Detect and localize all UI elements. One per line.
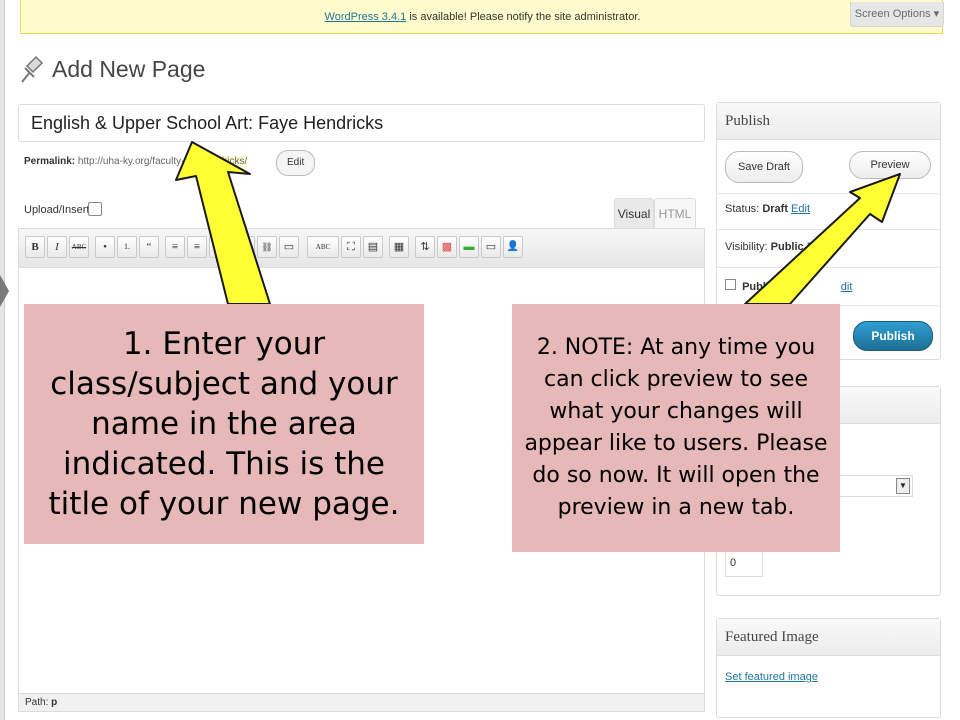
update-message: is available! Please notify the site adm… [406,11,641,23]
strikethrough-button[interactable]: ABC [69,236,89,258]
insert-table-button[interactable]: ▦ [389,236,409,258]
status-value: Draft [762,203,788,215]
update-notice-text: WordPress 3.4.1 is available! Please not… [21,11,944,23]
chevron-right-icon[interactable] [0,275,9,307]
callout-step-2-text: 2. NOTE: At any time you can click previ… [524,335,828,520]
path-bar: Path: p [19,693,704,711]
visibility-label: Visibility: [725,241,768,253]
callout-step-1-text: 1. Enter your class/subject and your nam… [48,326,400,522]
box-button[interactable]: ▭ [481,236,501,258]
divider [717,229,940,230]
tab-visual[interactable]: Visual [614,198,654,229]
publish-date-label: Publish [742,281,782,293]
status-edit-link[interactable]: Edit [791,203,810,215]
save-draft-button[interactable]: Save Draft [725,151,803,183]
publish-date-partial: im [784,281,798,293]
publish-date-edit-link[interactable]: dit [841,281,853,293]
visibility-value: Public [770,241,804,253]
dropdown-arrow-icon[interactable]: ▼ [896,478,910,494]
permalink-label: Permalink: [24,156,76,167]
order-input[interactable]: 0 [725,549,763,577]
permalink-edit-button[interactable]: Edit [276,150,316,176]
divider [717,267,940,268]
green-bar-button[interactable]: ▬ [459,236,479,258]
calendar-icon [725,279,736,290]
update-link[interactable]: WordPress 3.4.1 [325,11,407,23]
path-value: p [51,697,58,708]
more-tag-button[interactable]: ▭ [279,236,299,258]
featured-image-box: Featured Image Set featured image [716,618,941,718]
set-featured-image-link[interactable]: Set featured image [725,671,818,683]
add-media-icon[interactable] [88,202,102,216]
featured-image-title: Featured Image [717,619,940,656]
tab-html[interactable]: HTML [654,198,696,229]
title-input[interactable]: English & Upper School Art: Faye Hendric… [18,104,705,142]
fullscreen-button[interactable]: ⛶ [341,236,361,258]
sort-button[interactable]: ⇅ [415,236,435,258]
publish-date-row: Publish im dit [725,279,852,293]
visibility-row: Visibility: Public Ed [725,241,820,253]
publish-box-title: Publish [717,103,940,140]
bullet-list-button[interactable]: • [95,236,115,258]
align-right-button[interactable]: ≡ [209,236,229,258]
italic-button[interactable]: I [47,236,67,258]
pushpin-icon [21,55,44,83]
align-center-button[interactable]: ≡ [187,236,207,258]
insert-link-button[interactable]: 🔗 [235,236,255,258]
kitchen-sink-button[interactable]: ▤ [363,236,383,258]
bold-button[interactable]: B [25,236,45,258]
page-title: Add New Page [52,56,206,82]
publish-button[interactable]: Publish [853,321,933,351]
preview-button[interactable]: Preview [849,151,931,179]
blockquote-button[interactable]: “ [139,236,159,258]
divider [717,193,940,194]
callout-step-2: 2. NOTE: At any time you can click previ… [512,304,840,552]
numbered-list-button[interactable]: 1. [117,236,137,258]
align-left-button[interactable]: ≡ [165,236,185,258]
unlink-button[interactable]: ⛓ [257,236,277,258]
color-blocks-button[interactable]: ▩ [437,236,457,258]
permalink-slug[interactable]: rs-hendricks/ [190,156,248,167]
spellcheck-button[interactable]: ABC [307,236,339,258]
permalink-url[interactable]: http://uha-ky.org/faculty-p [78,156,190,167]
status-label: Status: [725,203,760,215]
left-page-edge [0,0,5,720]
callout-step-1: 1. Enter your class/subject and your nam… [24,304,424,544]
path-label: Path: [25,697,49,708]
user-button[interactable]: 👤 [503,236,523,258]
editor-toolbar: B I ABC • 1. “ ≡ ≡ ≡ 🔗 ⛓ ▭ ABC ⛶ ▤ ▦ ⇅ ▩… [19,229,704,268]
upload-insert-label: Upload/Insert [24,204,90,216]
permalink: Permalink: http://uha-ky.org/faculty-prs… [24,156,248,167]
visibility-edit-link[interactable]: Ed [807,241,820,253]
update-notice: WordPress 3.4.1 is available! Please not… [20,0,943,34]
status-row: Status: Draft Edit [725,203,810,215]
screen-options-button[interactable]: Screen Options ▾ [850,2,944,27]
